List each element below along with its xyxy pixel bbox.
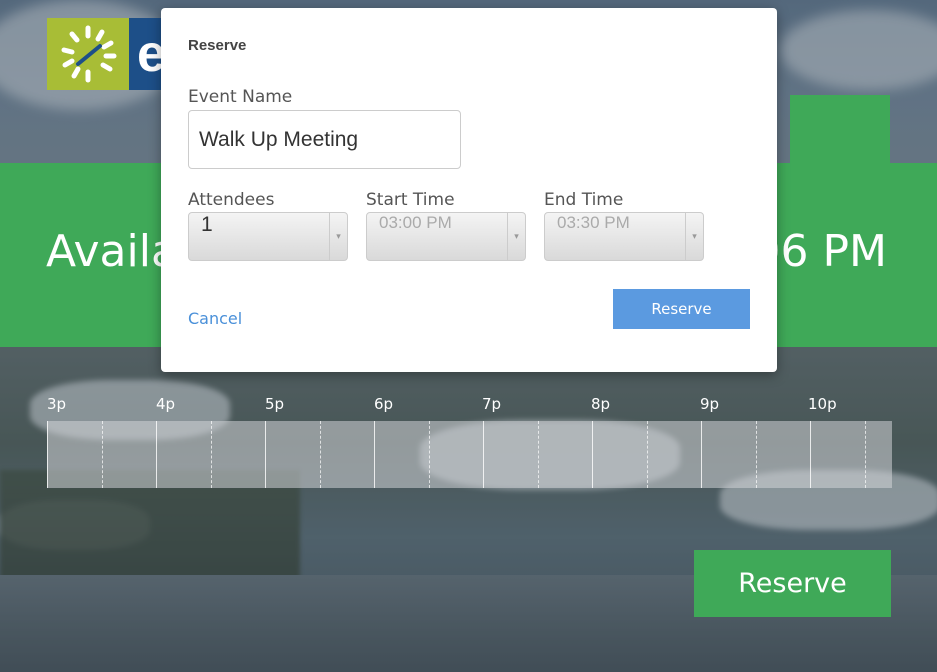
attendees-value: 1 [201,213,213,236]
hour-line [265,421,266,488]
time-label: 9p [700,395,720,413]
attendees-label: Attendees [188,190,275,210]
half-hour-line [647,421,648,488]
time-label: 7p [482,395,502,413]
cancel-link[interactable]: Cancel [188,309,242,328]
half-hour-line [865,421,866,488]
chevron-down-icon: ▾ [685,213,703,260]
hour-line [47,421,48,488]
half-hour-line [538,421,539,488]
half-hour-line [429,421,430,488]
event-name-input[interactable]: Walk Up Meeting [188,110,461,169]
time-label: 5p [265,395,285,413]
half-hour-line [756,421,757,488]
banner-tab [790,95,890,165]
reserve-button[interactable]: Reserve [613,289,750,329]
reserve-modal: Reserve Event Name Walk Up Meeting Atten… [161,8,777,372]
start-time-select[interactable]: 03:00 PM ▾ [366,212,526,261]
timeline-labels: 3p 4p 5p 6p 7p 8p 9p 10p [47,395,892,415]
start-time-value: 03:00 PM [379,213,452,232]
time-label: 10p [808,395,837,413]
hour-line [592,421,593,488]
end-time-select[interactable]: 03:30 PM ▾ [544,212,704,261]
chevron-down-icon: ▾ [507,213,525,260]
time-label: 3p [47,395,67,413]
hour-line [156,421,157,488]
start-time-label: Start Time [366,190,455,210]
end-time-label: End Time [544,190,624,210]
event-name-label: Event Name [188,87,293,107]
hour-line [483,421,484,488]
availability-text: Availa [46,226,178,277]
hour-line [701,421,702,488]
modal-title: Reserve [188,37,247,54]
timeline-bar[interactable] [47,421,892,488]
time-label: 6p [374,395,394,413]
time-label: 4p [156,395,176,413]
chevron-down-icon: ▾ [329,213,347,260]
half-hour-line [320,421,321,488]
time-label: 8p [591,395,611,413]
hour-line [810,421,811,488]
hour-line [374,421,375,488]
attendees-select[interactable]: 1 ▾ [188,212,348,261]
half-hour-line [102,421,103,488]
sun-logo-icon [47,18,129,90]
app-logo: e [47,18,169,90]
end-time-value: 03:30 PM [557,213,630,232]
half-hour-line [211,421,212,488]
reserve-main-button[interactable]: Reserve [694,550,891,617]
